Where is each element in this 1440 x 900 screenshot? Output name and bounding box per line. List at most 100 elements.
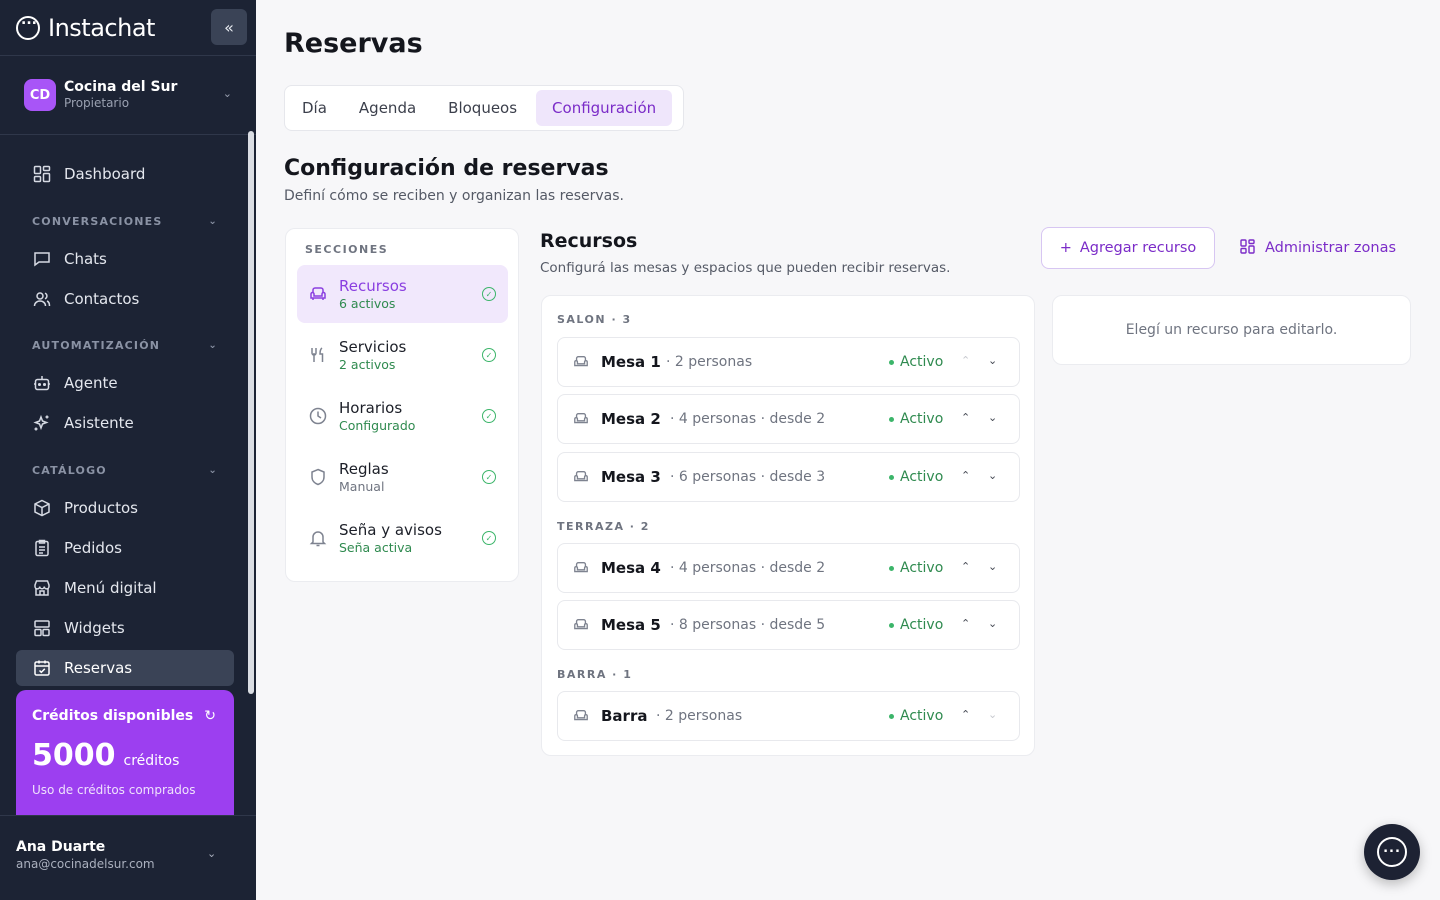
users-icon: [32, 289, 52, 309]
move-down-chevron-icon[interactable]: ⌄: [988, 617, 997, 630]
section-label: AUTOMATIZACIÓN: [32, 339, 161, 352]
sidebar-scrollbar[interactable]: [248, 131, 254, 694]
section-item-label: Seña y avisos: [339, 520, 442, 539]
sidebar-item-reservas[interactable]: Reservas: [16, 650, 234, 686]
user-email: ana@cocinadelsur.com: [16, 857, 155, 871]
layout-grid-icon: [1240, 238, 1255, 258]
check-circle-icon: ✓: [482, 470, 496, 484]
armchair-icon: [573, 411, 589, 427]
move-up-chevron-icon[interactable]: ⌃: [961, 469, 970, 482]
section-item-sena-avisos[interactable]: Seña y avisos Seña activa ✓: [297, 509, 508, 567]
resource-row-mesa-1[interactable]: Mesa 1 · 2 personas Activo ⌃ ⌄: [557, 337, 1020, 387]
sidebar-item-label: Agente: [64, 374, 118, 392]
move-up-chevron-icon[interactable]: ⌃: [961, 617, 970, 630]
add-resource-button[interactable]: + Agregar recurso: [1041, 227, 1215, 269]
section-item-status: 2 activos: [339, 356, 396, 372]
section-item-horarios[interactable]: Horarios Configurado ✓: [297, 387, 508, 445]
resource-row-mesa-2[interactable]: Mesa 2 · 4 personas · desde 2 Activo ⌃ ⌄: [557, 394, 1020, 444]
move-up-chevron-icon[interactable]: ⌃: [961, 354, 970, 367]
chevron-down-icon: ⌄: [222, 87, 232, 100]
sidebar-item-dashboard[interactable]: Dashboard: [16, 156, 234, 192]
resource-detail: · 6 personas · desde 3: [670, 469, 826, 485]
divider: [0, 134, 256, 135]
page-title: Reservas: [284, 28, 423, 59]
org-name: Cocina del Sur: [64, 79, 178, 95]
move-down-chevron-icon[interactable]: ⌄: [988, 354, 997, 367]
message-square-icon: [32, 249, 52, 269]
sidebar-item-pedidos[interactable]: Pedidos: [16, 530, 234, 566]
move-down-chevron-icon[interactable]: ⌄: [988, 560, 997, 573]
bot-icon: [32, 373, 52, 393]
tab-bar: Día Agenda Bloqueos Configuración: [284, 85, 684, 131]
sidebar-item-label: Widgets: [64, 619, 125, 637]
chat-launcher-button[interactable]: ...: [1364, 824, 1420, 880]
resource-row-mesa-4[interactable]: Mesa 4 · 4 personas · desde 2 Activo ⌃ ⌄: [557, 543, 1020, 593]
move-up-chevron-icon[interactable]: ⌃: [961, 560, 970, 573]
app-name: Instachat: [48, 14, 155, 42]
section-item-recursos[interactable]: Recursos 6 activos ✓: [297, 265, 508, 323]
sidebar-item-widgets[interactable]: Widgets: [16, 610, 234, 646]
config-title: Configuración de reservas: [284, 156, 609, 181]
tab-agenda[interactable]: Agenda: [346, 90, 429, 126]
tab-dia[interactable]: Día: [289, 90, 340, 126]
zone-heading-terraza: TERRAZA · 2: [557, 520, 650, 533]
sidebar-item-label: Menú digital: [64, 579, 157, 597]
check-circle-icon: ✓: [482, 531, 496, 545]
sidebar-item-productos[interactable]: Productos: [16, 490, 234, 526]
resource-detail: · 2 personas: [656, 708, 743, 724]
move-down-chevron-icon[interactable]: ⌄: [988, 469, 997, 482]
move-down-chevron-icon[interactable]: ⌄: [988, 411, 997, 424]
user-menu[interactable]: Ana Duarte ana@cocinadelsur.com: [16, 838, 155, 872]
move-up-chevron-icon[interactable]: ⌃: [961, 411, 970, 424]
resource-row-barra[interactable]: Barra · 2 personas Activo ⌃ ⌄: [557, 691, 1020, 741]
credits-card: Créditos disponibles ↻ 5000 créditos Uso…: [16, 690, 234, 815]
widgets-layout-icon: [32, 618, 52, 638]
resources-list-card: SALON · 3 Mesa 1 · 2 personas Activo ⌃ ⌄…: [541, 295, 1035, 756]
sidebar-item-agente[interactable]: Agente: [16, 365, 234, 401]
chevron-down-icon: ⌄: [208, 465, 218, 476]
credits-title: Créditos disponibles: [32, 708, 194, 724]
move-up-chevron-icon[interactable]: ⌃: [961, 708, 970, 721]
sections-card: SECCIONES Recursos 6 activos ✓ Servicios…: [285, 228, 519, 582]
credits-note: Uso de créditos comprados: [32, 783, 196, 797]
section-item-status: 6 activos: [339, 295, 396, 311]
section-automatizacion-toggle[interactable]: AUTOMATIZACIÓN ⌄: [32, 339, 218, 352]
resource-row-mesa-3[interactable]: Mesa 3 · 6 personas · desde 3 Activo ⌃ ⌄: [557, 452, 1020, 502]
resource-detail: · 2 personas: [666, 354, 753, 370]
resource-detail: · 4 personas · desde 2: [670, 560, 826, 576]
refresh-icon[interactable]: ↻: [204, 708, 216, 724]
move-down-chevron-icon[interactable]: ⌄: [988, 708, 997, 721]
divider: [0, 55, 256, 56]
sidebar-item-asistente[interactable]: Asistente: [16, 405, 234, 441]
sidebar-item-label: Chats: [64, 250, 107, 268]
chevron-down-icon[interactable]: ⌄: [207, 847, 216, 860]
resources-subtitle: Configurá las mesas y espacios que puede…: [540, 260, 951, 276]
tab-configuracion[interactable]: Configuración: [536, 90, 673, 126]
section-item-servicios[interactable]: Servicios 2 activos ✓: [297, 326, 508, 384]
resource-row-mesa-5[interactable]: Mesa 5 · 8 personas · desde 5 Activo ⌃ ⌄: [557, 600, 1020, 650]
resource-name: Mesa 4: [601, 559, 661, 577]
tab-bloqueos[interactable]: Bloqueos: [435, 90, 530, 126]
sidebar-item-contactos[interactable]: Contactos: [16, 281, 234, 317]
section-catalogo-toggle[interactable]: CATÁLOGO ⌄: [32, 464, 218, 477]
status-badge: Activo: [889, 411, 943, 427]
brand[interactable]: Instachat: [16, 12, 155, 42]
sidebar-item-label: Contactos: [64, 290, 140, 308]
resource-name: Mesa 3: [601, 468, 661, 486]
resource-detail: · 4 personas · desde 2: [670, 411, 826, 427]
section-item-reglas[interactable]: Reglas Manual ✓: [297, 448, 508, 506]
plus-icon: +: [1059, 240, 1072, 256]
manage-zones-button[interactable]: Administrar zonas: [1240, 227, 1396, 269]
package-icon: [32, 498, 52, 518]
shield-icon: [309, 468, 327, 486]
org-switcher[interactable]: CD Cocina del Sur Propietario ⌄: [24, 79, 240, 111]
sidebar-item-menu-digital[interactable]: Menú digital: [16, 570, 234, 606]
org-avatar: CD: [24, 79, 56, 111]
credits-amount: 5000: [32, 738, 116, 773]
manage-zones-label: Administrar zonas: [1265, 240, 1397, 256]
section-conversaciones-toggle[interactable]: CONVERSACIONES ⌄: [32, 215, 218, 228]
sidebar-item-label: Asistente: [64, 414, 134, 432]
armchair-icon: [573, 708, 589, 724]
sidebar-item-chats[interactable]: Chats: [16, 241, 234, 277]
collapse-sidebar-button[interactable]: «: [211, 9, 247, 45]
